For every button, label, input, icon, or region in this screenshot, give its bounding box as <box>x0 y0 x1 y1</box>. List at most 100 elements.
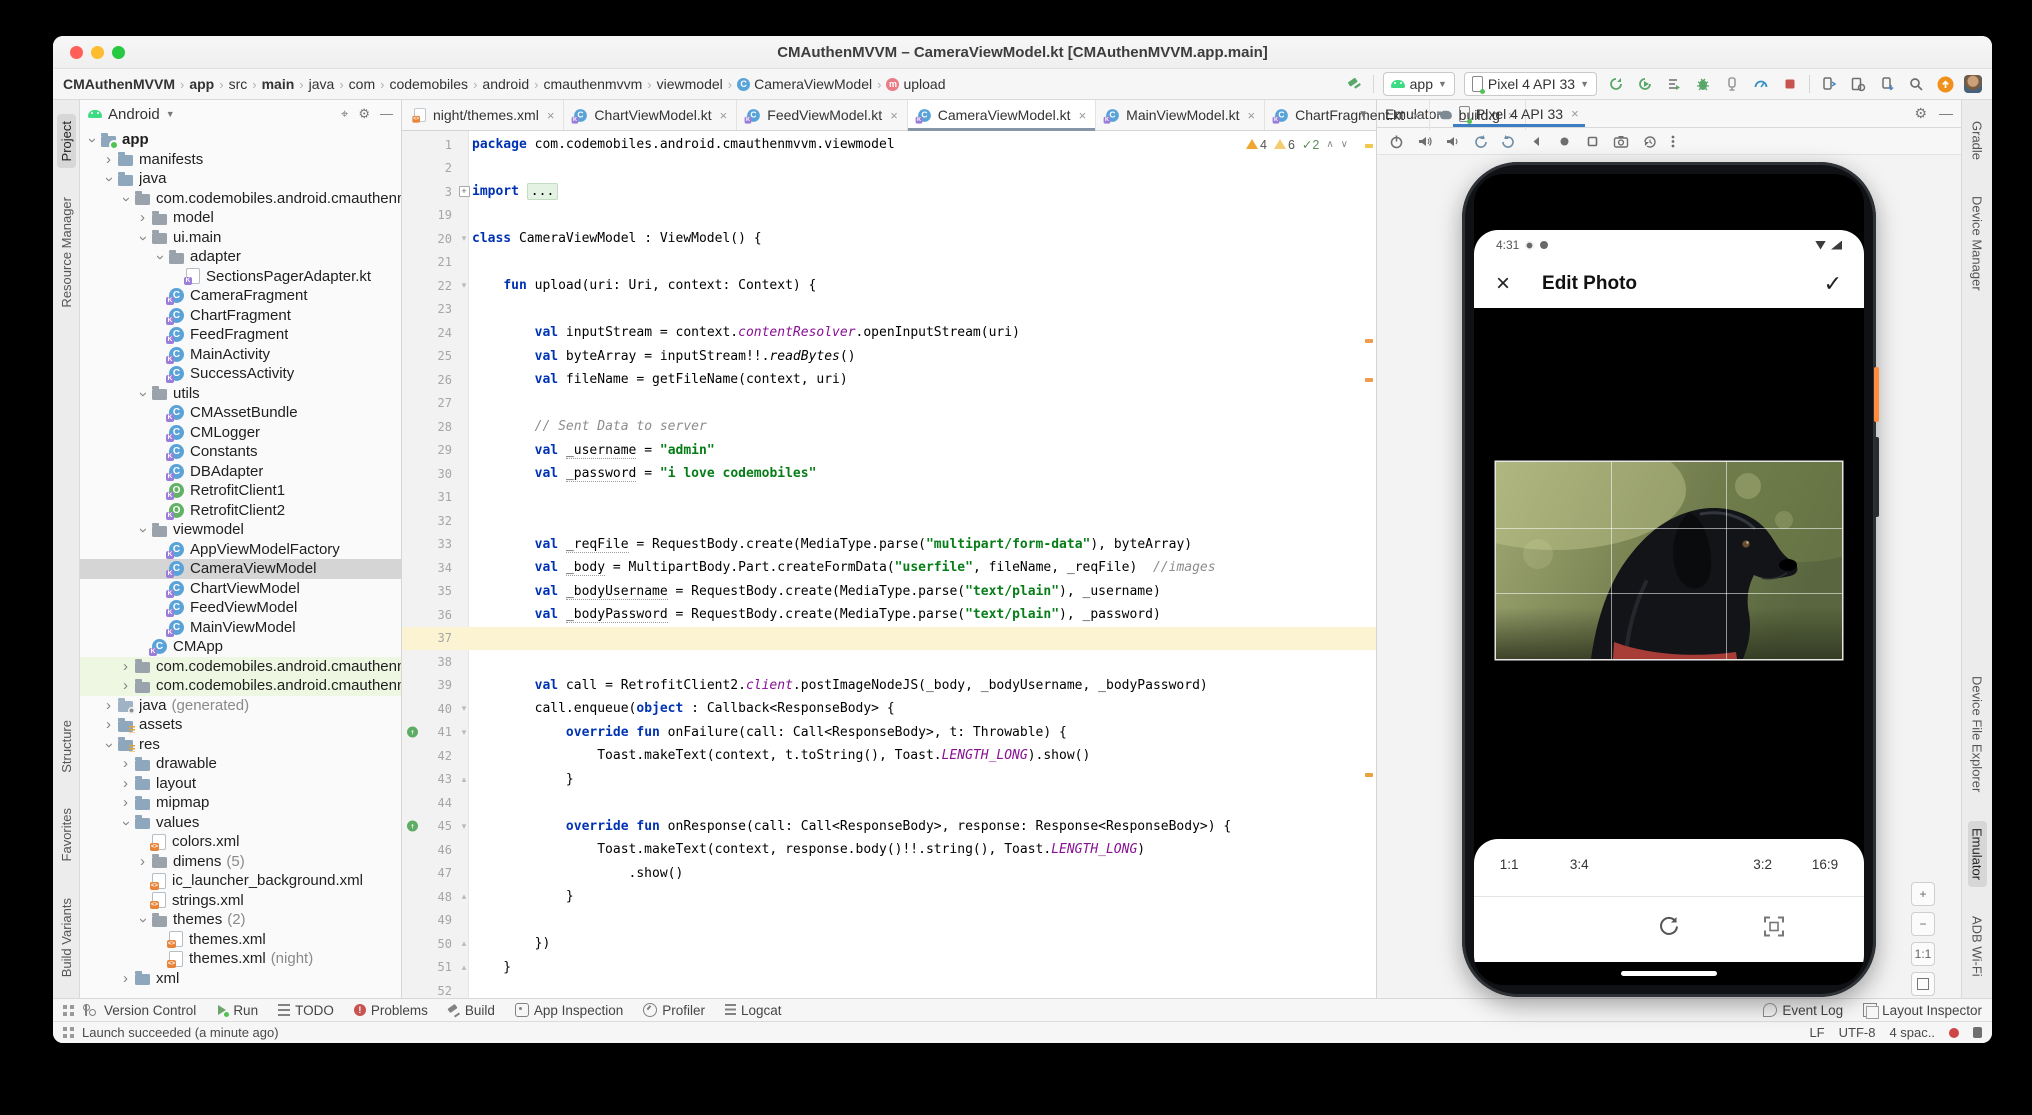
project-tree-row[interactable]: app <box>80 130 401 150</box>
tree-chevron-icon[interactable] <box>118 816 135 831</box>
editor-tab[interactable]: ChartViewModel.kt × <box>564 100 737 130</box>
project-tree-row[interactable]: AppViewModelFactory <box>80 540 401 560</box>
code-line[interactable]: 48 } <box>402 885 1376 909</box>
override-gutter-icon[interactable] <box>407 727 418 738</box>
code-line[interactable]: 1 package com.codemobiles.android.cmauth… <box>402 133 1376 157</box>
select-opened-file-icon[interactable]: ⌖ <box>341 106 348 122</box>
tree-chevron-icon[interactable] <box>101 716 116 733</box>
project-tree-row[interactable]: ChartViewModel <box>80 579 401 599</box>
project-tree-row[interactable]: FeedFragment <box>80 325 401 345</box>
project-tree-row[interactable]: mipmap <box>80 793 401 813</box>
breadcrumb-item[interactable]: codemobiles <box>389 76 468 92</box>
project-tree-row[interactable]: manifests <box>80 150 401 170</box>
code-line[interactable]: 3 import ... <box>402 180 1376 204</box>
code-line[interactable]: 40 call.enqueue(object : Callback<Respon… <box>402 697 1376 721</box>
project-tree-row[interactable]: com.codemobiles.android.cmauthenmv <box>80 657 401 677</box>
profiler-icon[interactable] <box>1751 74 1771 94</box>
project-view-selector[interactable]: Android <box>108 106 160 123</box>
tool-window-bar-item[interactable]: Event Log <box>1763 1003 1843 1018</box>
home-indicator[interactable] <box>1621 971 1717 976</box>
sdk-download-icon[interactable] <box>1877 74 1897 94</box>
more-options-icon[interactable] <box>1670 134 1676 149</box>
project-tree-row[interactable]: FeedViewModel <box>80 598 401 618</box>
tree-chevron-icon[interactable] <box>135 913 152 928</box>
tree-chevron-icon[interactable] <box>118 794 133 811</box>
device-screen[interactable]: 4:31 × Edit Photo <box>1474 174 1864 985</box>
scrollbar-error-stripe-mark[interactable] <box>1365 378 1373 382</box>
tool-window-bar-item[interactable]: TODO <box>278 1003 334 1018</box>
code-line[interactable]: 50 }) <box>402 932 1376 956</box>
tab-close-icon[interactable]: × <box>1412 108 1420 123</box>
project-tree-row[interactable]: values <box>80 813 401 833</box>
update-notification-icon[interactable] <box>1935 74 1955 94</box>
tool-window-bar-item[interactable]: Problems <box>354 1003 428 1018</box>
power-icon[interactable] <box>1389 134 1404 149</box>
tree-chevron-icon[interactable] <box>101 172 118 187</box>
project-tree-row[interactable]: themes.xml (night) <box>80 949 401 969</box>
scrollbar-error-stripe-mark[interactable] <box>1365 339 1373 343</box>
code-line[interactable]: 33 val _reqFile = RequestBody.create(Med… <box>402 533 1376 557</box>
breadcrumb-item[interactable]: com <box>349 76 375 92</box>
code-line[interactable]: 21 <box>402 251 1376 275</box>
zoom-window-button[interactable] <box>112 46 125 59</box>
tab-close-icon[interactable]: × <box>720 108 728 123</box>
status-bar-item[interactable]: UTF-8 <box>1839 1025 1876 1040</box>
fold-marker-icon[interactable] <box>456 233 472 244</box>
code-line[interactable]: 30 val _password = "i love codemobiles" <box>402 462 1376 486</box>
cancel-crop-button[interactable]: × <box>1496 272 1510 296</box>
breadcrumb-item[interactable]: src <box>229 76 248 92</box>
apply-changes-icon[interactable] <box>1635 74 1655 94</box>
project-tree-row[interactable]: java <box>80 169 401 189</box>
aspect-ratio-option[interactable]: 3:2 <box>1753 857 1772 872</box>
snapshots-icon[interactable] <box>1642 134 1657 149</box>
code-line[interactable]: 42 Toast.makeText(context, t.toString(),… <box>402 744 1376 768</box>
tree-chevron-icon[interactable] <box>135 853 150 870</box>
editor-tab[interactable]: ChartFragment.kt × <box>1265 100 1430 130</box>
tool-window-bar-item[interactable]: App Inspection <box>515 1003 623 1018</box>
code-line[interactable]: 25 val byteArray = inputStream!!.readByt… <box>402 345 1376 369</box>
project-tree-row[interactable]: ChartFragment <box>80 306 401 326</box>
hide-panel-icon[interactable]: — <box>380 106 393 122</box>
minimize-window-button[interactable] <box>91 46 104 59</box>
project-tree-row[interactable]: res <box>80 735 401 755</box>
project-tree-row[interactable]: adapter <box>80 247 401 267</box>
tool-window-bar-item[interactable]: Version Control <box>82 1003 196 1018</box>
prev-problem-icon[interactable]: ∧ <box>1326 139 1333 150</box>
next-problem-icon[interactable]: ∨ <box>1341 139 1348 150</box>
crop-expand-button[interactable] <box>1763 916 1785 943</box>
tree-chevron-icon[interactable] <box>135 231 152 246</box>
tool-window-bar-item[interactable]: Profiler <box>643 1003 705 1018</box>
scrollbar-error-stripe-mark[interactable] <box>1365 773 1373 777</box>
tree-chevron-icon[interactable] <box>135 209 150 226</box>
aspect-ratio-option[interactable]: 16:9 <box>1812 857 1838 872</box>
rotate-photo-button[interactable] <box>1657 915 1681 944</box>
emulator-device-tab[interactable]: Pixel 4 API 33 × <box>1453 100 1585 127</box>
tool-window-button[interactable]: Build Variants <box>57 891 76 984</box>
tool-window-button[interactable]: Gradle <box>1968 114 1987 167</box>
code-line[interactable]: 35 val _bodyUsername = RequestBody.creat… <box>402 580 1376 604</box>
editor-tab[interactable]: night/themes.xml × <box>404 100 564 130</box>
tree-chevron-icon[interactable] <box>118 658 133 675</box>
project-tree-row[interactable]: utils <box>80 384 401 404</box>
tab-close-icon[interactable]: × <box>1248 108 1256 123</box>
project-tree-row[interactable]: xml <box>80 969 401 989</box>
tool-window-button[interactable]: Favorites <box>57 801 76 868</box>
status-grid-icon[interactable] <box>63 1027 74 1038</box>
project-tree-row[interactable]: RetrofitClient2 <box>80 501 401 521</box>
fold-marker-icon[interactable] <box>456 938 472 949</box>
device-select[interactable]: Pixel 4 API 33 ▼ <box>1464 72 1597 96</box>
breadcrumb-item[interactable]: upload <box>886 76 945 92</box>
code-line[interactable]: 29 val _username = "admin" <box>402 439 1376 463</box>
fold-marker-icon[interactable] <box>456 280 472 291</box>
aspect-ratio-option[interactable]: 1:1 <box>1500 857 1519 872</box>
editor-tab[interactable]: FeedViewModel.kt × <box>737 100 908 130</box>
breadcrumb-item[interactable]: main <box>262 76 295 92</box>
settings-gear-icon[interactable]: ⚙ <box>358 106 370 122</box>
code-line[interactable]: 44 <box>402 791 1376 815</box>
tree-chevron-icon[interactable] <box>101 697 116 714</box>
search-everywhere-icon[interactable] <box>1906 74 1926 94</box>
tree-chevron-icon[interactable] <box>101 738 118 753</box>
code-line[interactable]: 46 Toast.makeText(context, response.body… <box>402 838 1376 862</box>
code-line[interactable]: 47 .show() <box>402 862 1376 886</box>
code-line[interactable]: 52 <box>402 979 1376 998</box>
